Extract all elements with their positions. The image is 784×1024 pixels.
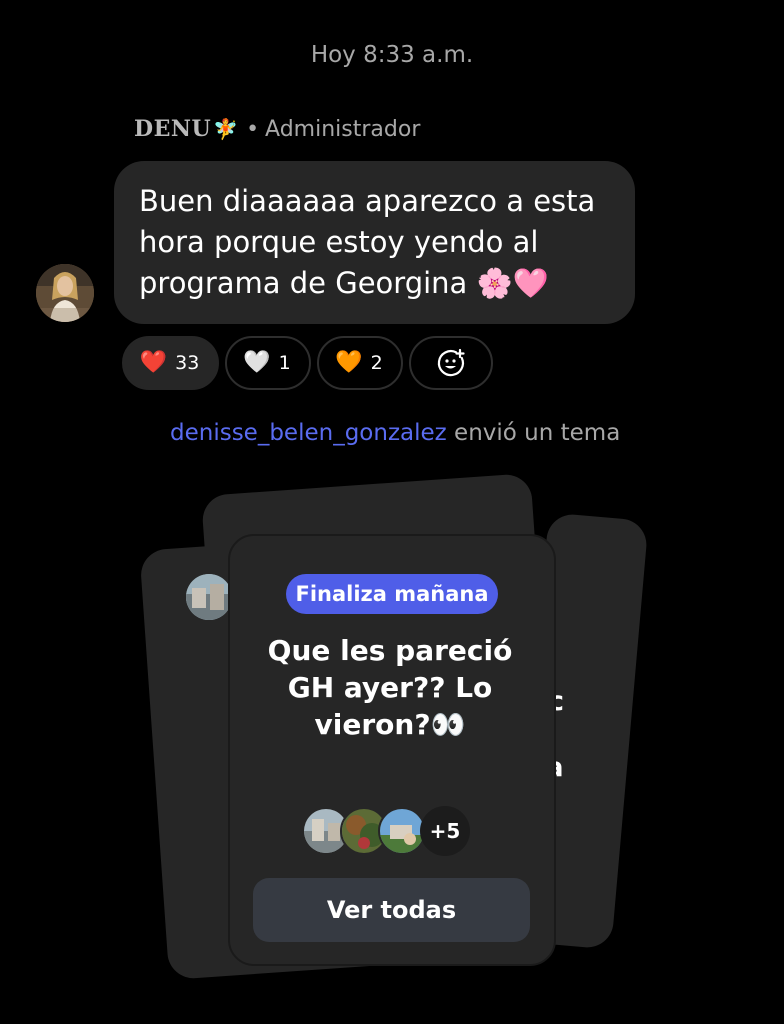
avatar-image bbox=[380, 809, 424, 853]
view-all-button[interactable]: Ver todas bbox=[253, 878, 530, 942]
message-text: Buen diaaaaaa aparezco a esta hora porqu… bbox=[139, 184, 596, 300]
system-message: denisse_belen_gonzalez envió un tema bbox=[170, 420, 620, 446]
reactions-bar: ❤️ 33 🤍 1 🧡 2 bbox=[122, 336, 493, 390]
reaction-count: 2 bbox=[370, 352, 383, 374]
orange-heart-icon: 🧡 bbox=[335, 350, 363, 375]
avatar-image bbox=[186, 574, 232, 620]
reaction-count: 33 bbox=[175, 352, 200, 374]
add-reaction-button[interactable] bbox=[409, 336, 493, 390]
system-message-username[interactable]: denisse_belen_gonzalez bbox=[170, 420, 447, 446]
red-heart-icon: ❤️ bbox=[139, 350, 168, 375]
participants-more-count: +5 bbox=[420, 806, 470, 856]
sender-avatar[interactable] bbox=[36, 264, 94, 322]
participant-avatar bbox=[378, 807, 426, 855]
sender-row: DENU 🧚 • Administrador bbox=[134, 116, 420, 142]
sender-name[interactable]: DENU bbox=[134, 116, 211, 142]
message-bubble[interactable]: Buen diaaaaaa aparezco a esta hora porqu… bbox=[114, 161, 635, 324]
reaction-count: 1 bbox=[278, 352, 291, 374]
message-timestamp: Hoy 8:33 a.m. bbox=[310, 42, 474, 68]
emoji-add-icon bbox=[437, 348, 465, 377]
reaction-heart-red[interactable]: ❤️ 33 bbox=[122, 336, 219, 390]
topic-title: Que les pareció GH ayer?? Lo vieron?👀 bbox=[267, 634, 513, 741]
fairy-emoji-icon: 🧚 bbox=[213, 117, 239, 141]
topic-expiry-badge: Finaliza mañana bbox=[286, 574, 498, 614]
reaction-heart-white[interactable]: 🤍 1 bbox=[225, 336, 311, 390]
sender-role: Administrador bbox=[265, 116, 421, 142]
background-card-avatar bbox=[186, 574, 232, 620]
separator-dot: • bbox=[246, 116, 260, 142]
system-message-action: envió un tema bbox=[454, 420, 621, 446]
reaction-heart-orange[interactable]: 🧡 2 bbox=[317, 336, 403, 390]
white-heart-icon: 🤍 bbox=[243, 350, 271, 375]
avatar-image bbox=[36, 264, 94, 322]
topic-participants[interactable]: +5 bbox=[302, 806, 470, 856]
